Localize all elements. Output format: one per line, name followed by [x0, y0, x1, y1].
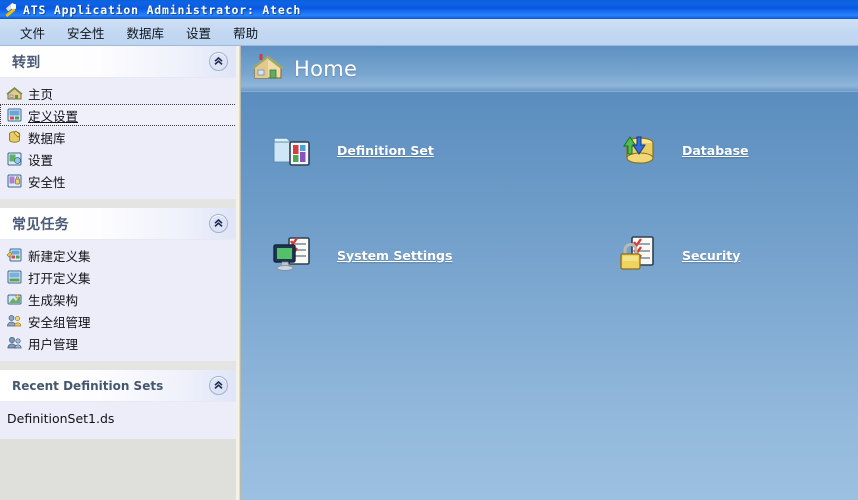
menu-settings[interactable]: 设置 [175, 20, 222, 45]
panel-common-tasks-header: 常见任务 [0, 208, 237, 240]
tile-security-label: Security [682, 247, 741, 263]
panel-recent-title: Recent Definition Sets [12, 378, 164, 393]
sidebar-item-security-label: 安全性 [28, 174, 66, 190]
security-padlock-icon [616, 233, 660, 277]
app-wrench-icon [3, 2, 19, 18]
panel-common-tasks: 常见任务 新建定义集 打开定义集 生成架构 安全组管理 用户管理 [0, 208, 237, 361]
sidebar-item-generate-schema-label: 生成架构 [28, 292, 79, 308]
new-definition-set-icon [6, 247, 23, 263]
sidebar-item-security-group-management[interactable]: 安全组管理 [0, 310, 237, 332]
menu-help[interactable]: 帮助 [222, 20, 269, 45]
open-definition-set-icon [6, 269, 23, 285]
menu-bar: 文件 安全性 数据库 设置 帮助 [0, 19, 858, 46]
menu-security[interactable]: 安全性 [56, 20, 116, 45]
window-title: ATS Application Administrator: Atech [23, 2, 302, 17]
sidebar-item-definition-set[interactable]: 定义设置 [0, 104, 237, 126]
tile-system-settings-label: System Settings [337, 247, 453, 263]
sidebar-edge [236, 46, 239, 500]
sidebar-item-user-management[interactable]: 用户管理 [0, 332, 237, 354]
sidebar-item-home-label: 主页 [28, 86, 54, 102]
sidebar-item-home[interactable]: 主页 [0, 82, 237, 104]
definition-set-folder-icon [271, 128, 315, 172]
home-icon [6, 85, 23, 101]
panel-recent-definition-sets: Recent Definition Sets DefinitionSet1.ds [0, 370, 237, 439]
sidebar-item-security[interactable]: 安全性 [0, 170, 237, 192]
menu-file[interactable]: 文件 [9, 20, 56, 45]
panel-goto-body: 主页 定义设置 数据库 设置 安全性 [0, 78, 237, 199]
panel-goto: 转到 主页 定义设置 数据库 设置 安全性 [0, 46, 237, 199]
sidebar-item-generate-schema[interactable]: 生成架构 [0, 288, 237, 310]
panel-recent-body: DefinitionSet1.ds [0, 402, 237, 439]
sidebar-item-open-definition-set[interactable]: 打开定义集 [0, 266, 237, 288]
sidebar-filler [0, 439, 237, 500]
tile-system-settings[interactable]: System Settings [241, 233, 616, 277]
window-body: 转到 主页 定义设置 数据库 设置 安全性 常见任务 新建定义集 打开定义集 生… [0, 46, 858, 500]
sidebar-item-open-definition-set-label: 打开定义集 [28, 270, 91, 286]
page-banner: Home [241, 46, 858, 92]
tile-row: System Settings Security [241, 233, 858, 277]
system-settings-monitor-icon [271, 233, 315, 277]
database-icon [6, 129, 23, 145]
sidebar-item-database-label: 数据库 [28, 130, 66, 146]
tile-security[interactable]: Security [616, 233, 858, 277]
tile-definition-set[interactable]: Definition Set [241, 128, 616, 172]
sidebar-item-new-definition-set[interactable]: 新建定义集 [0, 244, 237, 266]
panel-divider-2 [0, 361, 237, 370]
home-house-icon [251, 51, 285, 88]
sidebar-item-security-group-management-label: 安全组管理 [28, 314, 91, 330]
sidebar-panels: 转到 主页 定义设置 数据库 设置 安全性 常见任务 新建定义集 打开定义集 生… [0, 46, 237, 500]
tile-database[interactable]: Database [616, 128, 858, 172]
application-window: ATS Application Administrator: Atech 文件 … [0, 0, 858, 500]
panel-divider-1 [0, 199, 237, 208]
tile-definition-set-label: Definition Set [337, 142, 434, 158]
sidebar-item-settings-label: 设置 [28, 152, 54, 168]
sidebar-item-definition-set-label: 定义设置 [28, 108, 79, 124]
main-content: Home Definition Set Database System Sett… [241, 46, 858, 500]
panel-common-tasks-title: 常见任务 [12, 216, 69, 233]
sidebar-item-new-definition-set-label: 新建定义集 [28, 248, 91, 264]
sidebar: 转到 主页 定义设置 数据库 设置 安全性 常见任务 新建定义集 打开定义集 生… [0, 46, 241, 500]
user-management-icon [6, 335, 23, 351]
panel-recent-header: Recent Definition Sets [0, 370, 237, 402]
tile-row: Definition Set Database [241, 128, 858, 172]
settings-icon [6, 151, 23, 167]
panel-goto-title: 转到 [12, 54, 41, 71]
generate-schema-icon [6, 291, 23, 307]
menu-database[interactable]: 数据库 [116, 20, 176, 45]
chevron-up-icon[interactable] [209, 376, 228, 395]
security-group-icon [6, 313, 23, 329]
tile-database-label: Database [682, 142, 749, 158]
chevron-up-icon[interactable] [209, 52, 228, 71]
sidebar-item-database[interactable]: 数据库 [0, 126, 237, 148]
panel-goto-header: 转到 [0, 46, 237, 78]
database-cylinder-icon [616, 128, 660, 172]
security-icon [6, 173, 23, 189]
tile-grid: Definition Set Database System Settings … [241, 92, 858, 277]
sidebar-item-settings[interactable]: 设置 [0, 148, 237, 170]
panel-common-tasks-body: 新建定义集 打开定义集 生成架构 安全组管理 用户管理 [0, 240, 237, 361]
definition-set-icon [6, 107, 23, 123]
title-bar: ATS Application Administrator: Atech [0, 0, 858, 19]
list-item[interactable]: DefinitionSet1.ds [0, 406, 237, 432]
chevron-up-icon[interactable] [209, 214, 228, 233]
sidebar-item-user-management-label: 用户管理 [28, 336, 79, 352]
page-title: Home [294, 57, 358, 81]
